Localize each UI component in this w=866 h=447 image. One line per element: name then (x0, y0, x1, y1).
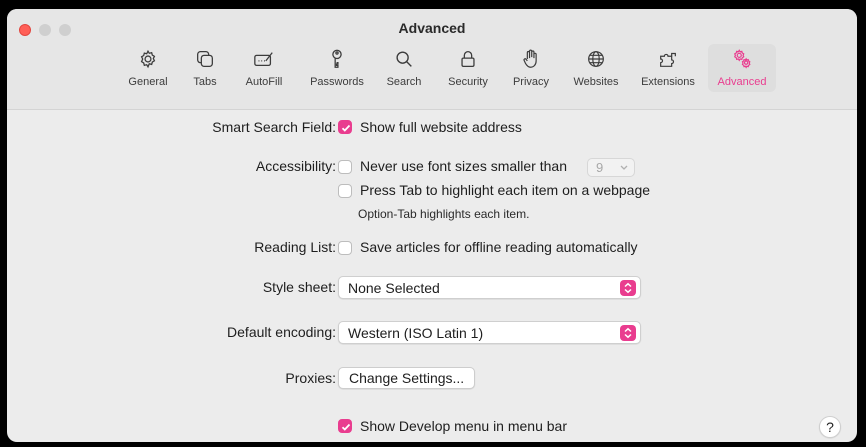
tab-security[interactable]: Security (440, 44, 496, 92)
tab-highlight-note: Option-Tab highlights each item. (358, 207, 530, 221)
style-sheet-label: Style sheet: (262, 279, 336, 295)
tab-search[interactable]: Search (380, 44, 428, 92)
key-icon (332, 49, 342, 68)
tab-security-label: Security (448, 76, 488, 88)
tab-search-label: Search (386, 76, 422, 88)
show-develop-menu-text: Show Develop menu in menu bar (360, 418, 568, 434)
tab-general-label: General (128, 76, 168, 88)
tab-extensions-label: Extensions (641, 76, 695, 88)
accessibility-label: Accessibility: (255, 158, 336, 174)
gear-icon (140, 49, 156, 69)
reading-list-label: Reading List: (254, 239, 336, 255)
show-full-address-text: Show full website address (360, 119, 522, 135)
tab-privacy[interactable]: Privacy (506, 44, 556, 92)
updown-arrows-icon (620, 325, 636, 341)
default-encoding-value: Western (ISO Latin 1) (348, 325, 484, 341)
search-icon (396, 51, 412, 67)
show-develop-menu-checkbox[interactable] (338, 419, 352, 433)
chevron-down-icon (620, 165, 628, 170)
tabs-icon (197, 51, 213, 67)
default-encoding-label: Default encoding: (227, 324, 336, 340)
tab-websites[interactable]: Websites (566, 44, 626, 92)
tab-autofill-label: AutoFill (245, 76, 283, 88)
min-font-size-select[interactable]: 9 (587, 158, 635, 177)
min-font-size-checkbox[interactable] (338, 160, 352, 174)
min-font-size-text: Never use font sizes smaller than (360, 158, 567, 174)
tab-autofill[interactable]: AutoFill (234, 44, 294, 92)
lock-icon (461, 51, 475, 67)
title-bar: Advanced General Tabs AutoFill Passwords… (7, 9, 857, 110)
proxies-label: Proxies: (285, 370, 336, 386)
style-sheet-value: None Selected (348, 280, 440, 296)
checkmark-icon (341, 423, 351, 431)
show-full-address-checkbox[interactable] (338, 120, 352, 134)
hand-icon (523, 49, 537, 68)
tab-highlight-checkbox[interactable] (338, 184, 352, 198)
tab-advanced[interactable]: Advanced (708, 44, 776, 92)
autofill-pen-icon (254, 52, 273, 67)
tab-websites-label: Websites (573, 76, 619, 88)
preferences-window: Advanced General Tabs AutoFill Passwords… (7, 9, 857, 442)
updown-arrows-icon (620, 280, 636, 296)
tab-passwords[interactable]: Passwords (302, 44, 372, 92)
style-sheet-popup[interactable]: None Selected (338, 276, 641, 299)
tab-extensions[interactable]: Extensions (634, 44, 702, 92)
default-encoding-popup[interactable]: Western (ISO Latin 1) (338, 321, 641, 344)
tab-general[interactable]: General (122, 44, 174, 92)
puzzle-icon (660, 52, 676, 67)
help-button[interactable]: ? (819, 416, 841, 438)
offline-reading-checkbox[interactable] (338, 241, 352, 255)
min-font-size-value: 9 (596, 160, 604, 175)
window-title: Advanced (398, 20, 466, 36)
tab-highlight-text: Press Tab to highlight each item on a we… (360, 182, 651, 198)
advanced-settings-panel: Smart Search Field: Show full website ad… (7, 109, 857, 442)
tab-tabs[interactable]: Tabs (184, 44, 226, 92)
change-settings-button[interactable]: Change Settings... (338, 367, 476, 389)
checkmark-icon (341, 124, 351, 132)
gears-icon (734, 49, 751, 69)
tab-tabs-label: Tabs (193, 76, 217, 88)
tab-passwords-label: Passwords (310, 76, 364, 88)
smart-search-label: Smart Search Field: (212, 119, 336, 135)
offline-reading-text: Save articles for offline reading automa… (360, 239, 638, 255)
tab-advanced-label: Advanced (717, 76, 767, 88)
tab-privacy-label: Privacy (512, 76, 550, 88)
globe-icon (588, 51, 604, 67)
